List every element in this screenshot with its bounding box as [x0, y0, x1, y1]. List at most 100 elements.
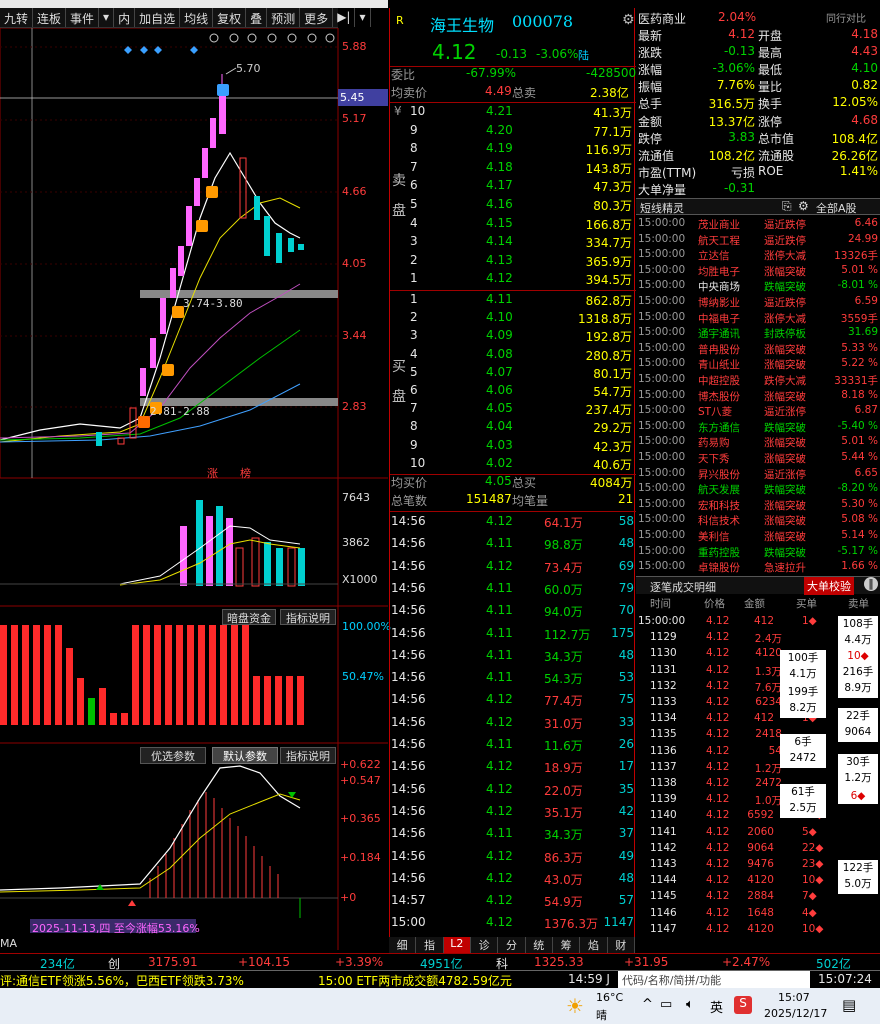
indicator-help-button[interactable]: 指标说明	[280, 609, 336, 625]
ticker-text-2[interactable]: 15:00 ETF两市成交额4782.59亿元	[318, 972, 512, 989]
ask-row[interactable]: 5 4.16 80.3万	[390, 197, 636, 215]
bid-row[interactable]: 8 4.04 29.2万	[390, 419, 636, 437]
big-buy-box[interactable]: 61手 2.5万	[780, 784, 826, 818]
tray-date[interactable]: 2025/12/17	[764, 1007, 827, 1020]
tray-time[interactable]: 15:07	[778, 991, 810, 1004]
export-icon[interactable]: ⎘	[782, 199, 792, 214]
quote-tab[interactable]: 细	[389, 937, 417, 953]
big-sell-box[interactable]: 108手 4.4万	[838, 616, 878, 650]
toolbar-more[interactable]: 更多	[300, 8, 334, 27]
flash-row[interactable]: 15:00:00 中超控股 跌停大减 33331手	[636, 373, 880, 389]
ma-label[interactable]: MA	[0, 937, 17, 950]
big-sell-box[interactable]: 10◆	[838, 648, 878, 664]
preferred-params-button[interactable]: 优选参数	[140, 747, 206, 764]
toolbar-predict[interactable]: 预测	[267, 8, 301, 27]
quote-tab[interactable]: L2	[443, 937, 471, 953]
big-sell-box[interactable]: 30手 1.2万	[838, 754, 878, 788]
bid-row[interactable]: 9 4.03 42.3万	[390, 438, 636, 456]
flash-row[interactable]: 15:00:00 昇兴股份 逼近涨停 6.65	[636, 467, 880, 483]
big-order-verify-button[interactable]: 大单校验	[804, 577, 854, 595]
quote-tab[interactable]: 筹	[553, 937, 581, 953]
indicator-help-button-2[interactable]: 指标说明	[280, 747, 336, 764]
ask-row[interactable]: 9 4.20 77.1万	[390, 123, 636, 141]
big-sell-box[interactable]: 22手 9064	[838, 708, 878, 742]
flash-row[interactable]: 15:00:00 普冉股份 涨幅突破 5.33 %	[636, 342, 880, 358]
toolbar-adjust[interactable]: 复权	[213, 8, 247, 27]
bid-row[interactable]: 1 4.11 862.8万	[390, 292, 636, 310]
flash-row[interactable]: 15:00:00 东方通信 跌幅突破 -5.40 %	[636, 420, 880, 436]
ask-row[interactable]: 7 4.18 143.8万	[390, 160, 636, 178]
quote-tab[interactable]: 分	[498, 937, 526, 953]
flash-row[interactable]: 15:00:00 卓锦股份 急速拉升 1.66 %	[636, 560, 880, 576]
big-buy-box[interactable]: 199手 8.2万	[780, 684, 826, 718]
bid-row[interactable]: 2 4.10 1318.8万	[390, 310, 636, 328]
flash-settings-icon[interactable]: ⚙	[798, 199, 809, 213]
flash-row[interactable]: 15:00:00 重药控股 跌幅突破 -5.17 %	[636, 545, 880, 561]
bid-row[interactable]: 10 4.02 40.6万	[390, 456, 636, 474]
ask-row[interactable]: 1 4.12 394.5万	[390, 271, 636, 289]
tray-expand-icon[interactable]: ^	[642, 997, 653, 1012]
settings-gear-icon[interactable]: ⚙	[622, 12, 635, 28]
toolbar-lianban[interactable]: 连板	[33, 8, 67, 27]
big-buy-box[interactable]: 100手 4.1万	[780, 650, 826, 684]
toolbar-ma[interactable]: 均线	[180, 8, 214, 27]
ask-row[interactable]: 6 4.17 47.3万	[390, 178, 636, 196]
flash-row[interactable]: 15:00:00 均胜电子 涨幅突破 5.01 %	[636, 264, 880, 280]
ask-row[interactable]: 8 4.19 116.9万	[390, 141, 636, 159]
kline-chart-area[interactable]	[0, 27, 388, 950]
big-buy-box[interactable]: 6手 2472	[780, 734, 826, 768]
default-params-button[interactable]: 默认参数	[212, 747, 278, 764]
ask-row[interactable]: 3 4.14 334.7万	[390, 234, 636, 252]
bid-row[interactable]: 5 4.07 80.1万	[390, 365, 636, 383]
flash-row[interactable]: 15:00:00 科信技术 涨幅突破 5.08 %	[636, 513, 880, 529]
flash-row[interactable]: 15:00:00 中福电子 涨停大减 3559手	[636, 311, 880, 327]
flash-scope-select[interactable]: 全部A股	[816, 200, 857, 216]
flash-row[interactable]: 15:00:00 通宇通讯 封跌停板 31.69	[636, 326, 880, 342]
flash-row[interactable]: 15:00:00 立达信 涨停大减 13326手	[636, 248, 880, 264]
big-sell-box[interactable]: 216手 8.9万	[838, 664, 878, 698]
flash-row[interactable]: 15:00:00 宏和科技 涨幅突破 5.30 %	[636, 498, 880, 514]
bid-row[interactable]: 6 4.06 54.7万	[390, 383, 636, 401]
pause-icon[interactable]: ‖	[864, 577, 878, 591]
quote-tab[interactable]: 指	[416, 937, 444, 953]
bid-row[interactable]: 3 4.09 192.8万	[390, 328, 636, 346]
big-sell-box[interactable]: 6◆	[838, 788, 878, 804]
big-sell-box[interactable]: 122手 5.0万	[838, 860, 878, 894]
flash-row[interactable]: 15:00:00 茂业商业 逼近跌停 6.46	[636, 217, 880, 233]
flash-row[interactable]: 15:00:00 药易购 涨幅突破 5.01 %	[636, 435, 880, 451]
flash-row[interactable]: 15:00:00 美利信 涨幅突破 5.14 %	[636, 529, 880, 545]
quote-tab[interactable]: 焰	[580, 937, 608, 953]
network-icon[interactable]: ▭	[660, 997, 672, 1012]
toolbar-menu-icon[interactable]: ▾	[355, 8, 371, 27]
ime-label[interactable]: 英	[710, 997, 723, 1016]
flash-row[interactable]: 15:00:00 博杰股份 涨幅突破 8.18 %	[636, 389, 880, 405]
bid-row[interactable]: 4 4.08 280.8万	[390, 347, 636, 365]
volume-icon[interactable]: 🔈︎	[686, 997, 694, 1012]
flash-row[interactable]: 15:00:00 青山纸业 涨幅突破 5.22 %	[636, 357, 880, 373]
code-search-input[interactable]: 代码/名称/简拼/功能	[618, 971, 810, 988]
flash-row[interactable]: 15:00:00 中央商场 跌幅突破 -8.01 %	[636, 279, 880, 295]
quote-tab[interactable]: 统	[526, 937, 553, 953]
ticker-text[interactable]: 评:通信ETF领涨5.56%，巴西ETF领跌3.73%	[0, 972, 244, 989]
flash-row[interactable]: 15:00:00 博纳影业 逼近跌停 6.59	[636, 295, 880, 311]
flash-row[interactable]: 15:00:00 ST八菱 逼近涨停 6.87	[636, 404, 880, 420]
quote-tab[interactable]: 诊	[471, 937, 499, 953]
dark-pool-button[interactable]: 暗盘资金	[222, 609, 276, 625]
flash-row[interactable]: 15:00:00 航天工程 逼近跌停 24.99	[636, 233, 880, 249]
bid-row[interactable]: 7 4.05 237.4万	[390, 401, 636, 419]
toolbar-end-icon[interactable]: ▶|	[333, 8, 356, 27]
app-tray-icon[interactable]: S	[734, 996, 752, 1014]
toolbar-jiuzhuan[interactable]: 九转	[0, 8, 34, 27]
toolbar-dropdown-icon[interactable]: ▾	[99, 8, 115, 27]
ask-row[interactable]: ¥10 4.21 41.3万	[390, 104, 636, 122]
flash-row[interactable]: 15:00:00 天下秀 涨幅突破 5.44 %	[636, 451, 880, 467]
ask-row[interactable]: 4 4.15 166.8万	[390, 216, 636, 234]
toolbar-overlay[interactable]: 叠	[246, 8, 268, 27]
ask-row[interactable]: 2 4.13 365.9万	[390, 253, 636, 271]
toolbar-nei[interactable]: 内	[114, 8, 136, 27]
flash-row[interactable]: 15:00:00 航天发展 跌幅突破 -8.20 %	[636, 482, 880, 498]
toolbar-add-watchlist[interactable]: 加自选	[135, 8, 181, 27]
toolbar-event[interactable]: 事件	[66, 8, 100, 27]
peer-compare-button[interactable]: 同行对比	[826, 10, 866, 25]
quote-tab[interactable]: 财	[608, 937, 635, 953]
